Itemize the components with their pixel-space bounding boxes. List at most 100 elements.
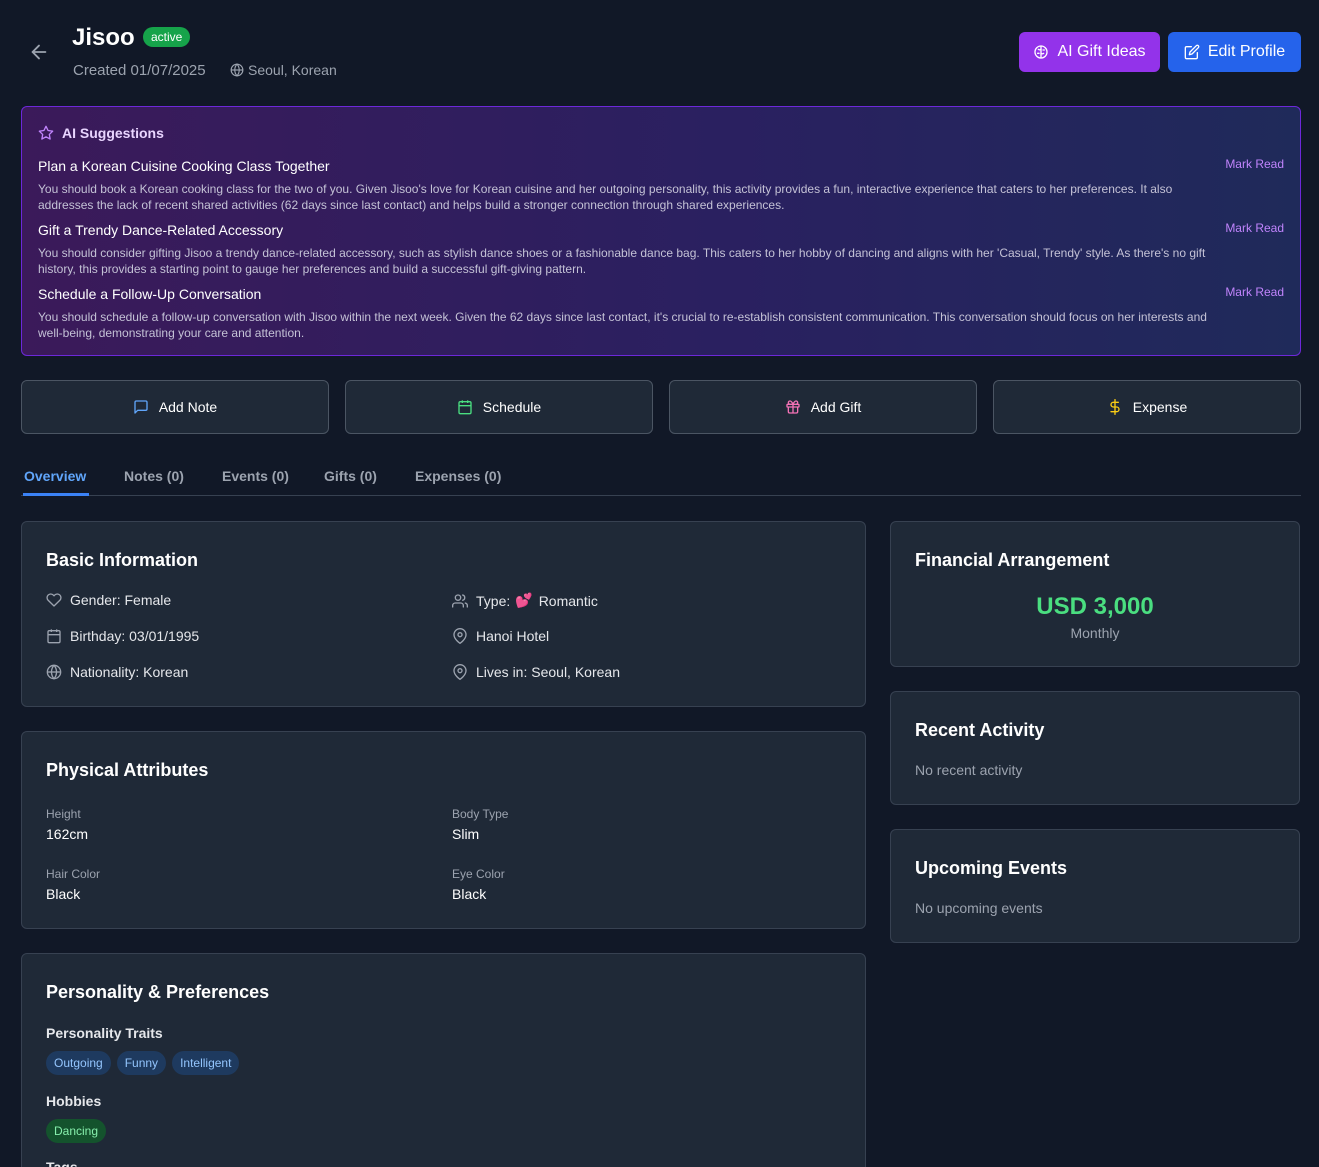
suggestion-title: Gift a Trendy Dance-Related Accessory <box>38 222 284 238</box>
tab-gifts[interactable]: Gifts (0) <box>324 468 377 484</box>
card-title: Upcoming Events <box>915 858 1068 878</box>
place-row: Hanoi Hotel <box>452 628 549 644</box>
ai-suggestions-panel: AI Suggestions Plan a Korean Cuisine Coo… <box>21 106 1301 356</box>
tab-notes[interactable]: Notes (0) <box>124 468 184 484</box>
birthday-text: Birthday: 03/01/1995 <box>70 628 200 644</box>
tags-heading: Tags <box>46 1159 78 1167</box>
active-tab-indicator <box>23 493 89 496</box>
header-location: Seoul, Korean <box>230 62 337 78</box>
body-type-value: Slim <box>452 826 480 842</box>
brain-icon <box>1034 45 1049 59</box>
personality-card: Personality & Preferences Personality Tr… <box>21 953 866 1167</box>
nationality-row: Nationality: Korean <box>46 664 188 680</box>
ai-suggestions-title: AI Suggestions <box>62 125 164 141</box>
calendar-icon <box>458 400 472 415</box>
eye-color-label: Eye Color <box>452 867 505 881</box>
traits-list: Outgoing Funny Intelligent <box>46 1051 245 1075</box>
suggestion-title: Plan a Korean Cuisine Cooking Class Toge… <box>38 158 330 174</box>
gift-icon <box>786 400 800 414</box>
ai-suggestions-header: AI Suggestions <box>38 125 164 141</box>
card-title: Financial Arrangement <box>915 550 1110 570</box>
type-emoji: 💕 <box>515 592 533 608</box>
map-pin-icon <box>453 628 467 644</box>
type-value: Romantic <box>538 592 598 609</box>
message-icon <box>134 400 148 414</box>
ai-gift-ideas-label: AI Gift Ideas <box>1057 43 1146 60</box>
created-date: Created 01/07/2025 <box>73 62 206 79</box>
add-gift-label: Add Gift <box>810 399 862 415</box>
type-label: Type: <box>476 592 511 609</box>
basic-information-card: Basic Information Gender: Female Birthda… <box>21 521 866 707</box>
suggestion-item: Plan a Korean Cuisine Cooking Class Toge… <box>38 158 1208 213</box>
add-note-button[interactable]: Add Note <box>21 380 329 434</box>
place-text: Hanoi Hotel <box>476 628 550 644</box>
traits-heading: Personality Traits <box>46 1025 163 1041</box>
back-button[interactable] <box>28 40 50 64</box>
physical-attributes-card: Physical Attributes Height 162cm Body Ty… <box>21 731 866 929</box>
suggestion-item: Gift a Trendy Dance-Related Accessory Yo… <box>38 222 1208 277</box>
schedule-label: Schedule <box>482 399 542 415</box>
birthday-row: Birthday: 03/01/1995 <box>46 628 199 644</box>
ai-gift-ideas-button[interactable]: AI Gift Ideas <box>1019 32 1160 72</box>
edit-profile-button[interactable]: Edit Profile <box>1168 32 1301 72</box>
schedule-button[interactable]: Schedule <box>345 380 653 434</box>
financial-period: Monthly <box>1070 625 1120 641</box>
edit-profile-label: Edit Profile <box>1207 43 1286 60</box>
suggestion-description: You should consider gifting Jisoo a tren… <box>38 246 1206 276</box>
eye-color-value: Black <box>452 886 487 902</box>
calendar-icon <box>47 629 61 644</box>
trait-chip: Funny <box>116 1051 167 1075</box>
card-title: Basic Information <box>46 550 199 570</box>
mark-read-button[interactable]: Mark Read <box>1225 157 1284 171</box>
tab-overview[interactable]: Overview <box>24 468 86 484</box>
star-icon <box>38 125 54 140</box>
tab-events[interactable]: Events (0) <box>222 468 289 484</box>
hobby-chip: Dancing <box>46 1119 107 1143</box>
add-note-label: Add Note <box>158 399 218 415</box>
financial-arrangement-card: Financial Arrangement USD 3,000 Monthly <box>890 521 1300 667</box>
upcoming-events-empty: No upcoming events <box>915 900 1043 916</box>
gender-row: Gender: Female <box>46 592 171 608</box>
suggestion-description: You should book a Korean cooking class f… <box>38 182 1173 212</box>
map-pin-icon <box>453 664 467 680</box>
trait-chip: Intelligent <box>172 1051 240 1075</box>
trait-chip: Outgoing <box>46 1051 111 1075</box>
recent-activity-card: Recent Activity No recent activity <box>890 691 1300 805</box>
add-gift-button[interactable]: Add Gift <box>669 380 977 434</box>
suggestion-description: You should schedule a follow-up conversa… <box>38 310 1207 340</box>
status-badge: active <box>143 27 191 47</box>
globe-icon <box>46 664 62 680</box>
type-row: Type: 💕 Romantic <box>452 592 598 609</box>
mark-read-button[interactable]: Mark Read <box>1225 221 1284 235</box>
header-location-text: Seoul, Korean <box>248 62 337 78</box>
suggestion-item: Schedule a Follow-Up Conversation You sh… <box>38 286 1208 341</box>
tab-bar: Overview Notes (0) Events (0) Gifts (0) … <box>21 458 1301 496</box>
lives-in-text: Lives in: Seoul, Korean <box>476 664 620 680</box>
tab-expenses[interactable]: Expenses (0) <box>415 468 501 484</box>
suggestion-title: Schedule a Follow-Up Conversation <box>38 286 262 302</box>
financial-amount: USD 3,000 <box>1036 593 1154 620</box>
upcoming-events-card: Upcoming Events No upcoming events <box>890 829 1300 943</box>
globe-icon <box>230 63 244 77</box>
card-title: Recent Activity <box>915 720 1045 740</box>
expense-label: Expense <box>1132 399 1188 415</box>
expense-button[interactable]: Expense <box>993 380 1301 434</box>
card-title: Physical Attributes <box>46 760 209 780</box>
hobbies-list: Dancing <box>46 1119 112 1143</box>
body-type-label: Body Type <box>452 807 509 821</box>
height-value: 162cm <box>46 826 89 842</box>
recent-activity-empty: No recent activity <box>915 762 1023 778</box>
edit-icon <box>1184 44 1200 60</box>
card-title: Personality & Preferences <box>46 982 270 1002</box>
hair-color-value: Black <box>46 886 81 902</box>
nationality-text: Nationality: Korean <box>70 664 189 680</box>
lives-in-row: Lives in: Seoul, Korean <box>452 664 620 680</box>
heart-icon <box>46 593 62 607</box>
users-icon <box>452 593 468 608</box>
hair-color-label: Hair Color <box>46 867 101 881</box>
mark-read-button[interactable]: Mark Read <box>1225 285 1284 299</box>
hobbies-heading: Hobbies <box>46 1093 102 1109</box>
profile-name: Jisoo <box>72 24 135 51</box>
gender-text: Gender: Female <box>70 592 172 608</box>
height-label: Height <box>46 807 81 821</box>
